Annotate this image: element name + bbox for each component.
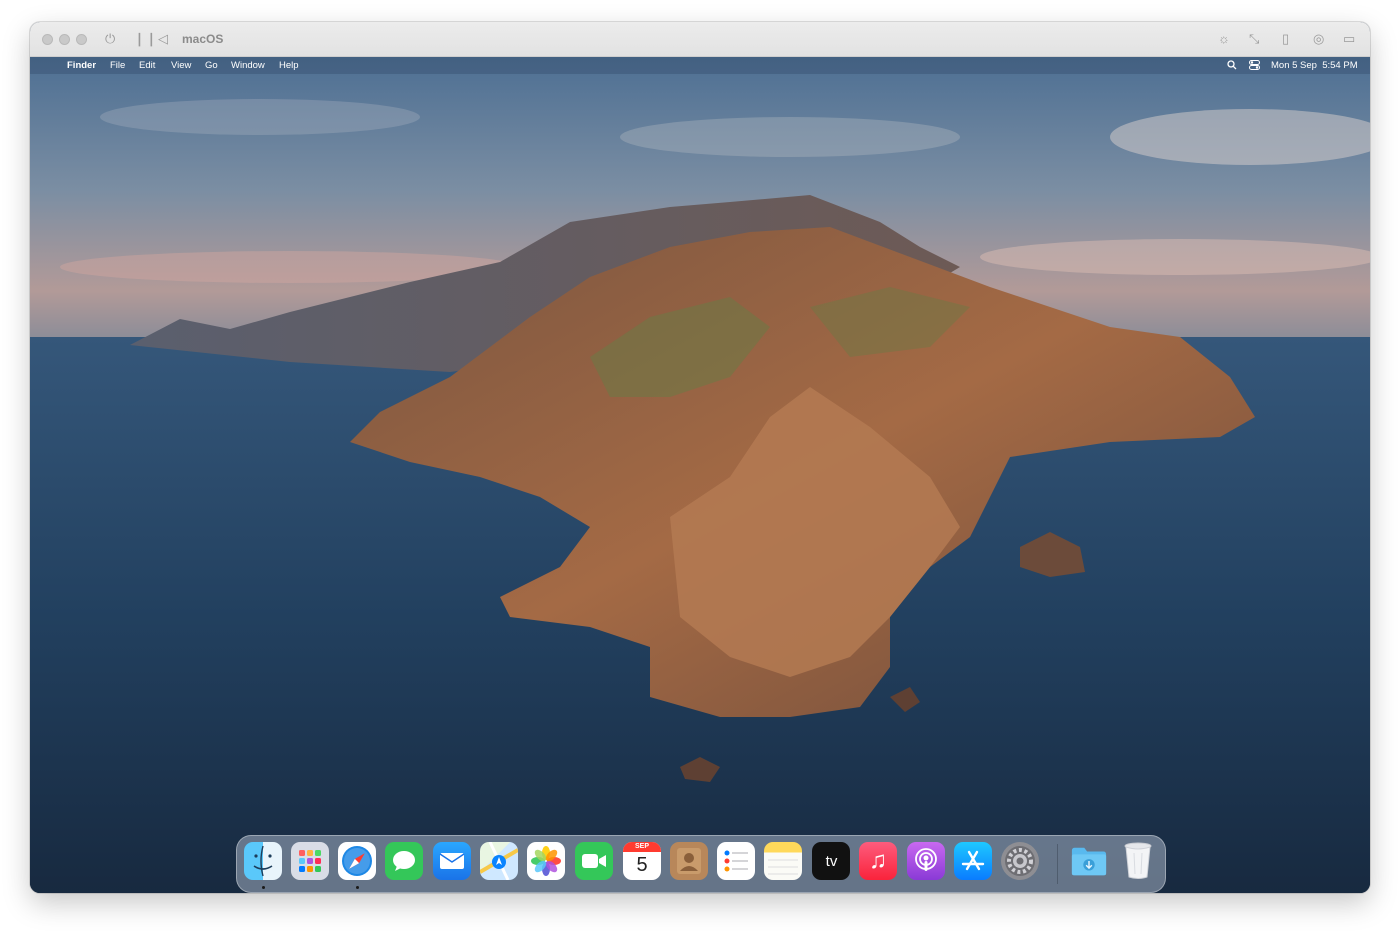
menu-go[interactable]: Go xyxy=(205,57,218,74)
desktop[interactable]: Finder File Edit View Go Window Help Mon… xyxy=(30,57,1370,893)
reminders-icon[interactable] xyxy=(717,842,755,880)
display-icon[interactable]: ◎ xyxy=(1313,31,1324,47)
power-icon[interactable]: ⏻ xyxy=(105,31,115,47)
mail-icon[interactable] xyxy=(433,842,471,880)
wallpaper-island xyxy=(30,99,1370,893)
messages-icon[interactable] xyxy=(385,842,423,880)
minimize-button[interactable] xyxy=(59,34,70,45)
menu-file[interactable]: File xyxy=(110,57,125,74)
calendar-month: SEP xyxy=(623,842,661,852)
safari-icon[interactable] xyxy=(338,842,376,880)
vm-titlebar: ⏻ ❘❘ ◁ macOS ☼ ⤡ ▯ ◎ ▭ xyxy=(30,22,1370,57)
folder-icon[interactable]: ▭ xyxy=(1343,31,1355,47)
app-store-icon[interactable] xyxy=(954,842,992,880)
maps-icon[interactable] xyxy=(480,842,518,880)
brightness-icon[interactable]: ☼ xyxy=(1218,31,1230,47)
close-button[interactable] xyxy=(42,34,53,45)
zoom-button[interactable] xyxy=(76,34,87,45)
control-center-icon[interactable] xyxy=(1249,57,1260,74)
menubar-clock[interactable]: Mon 5 Sep 5:54 PM xyxy=(1271,57,1358,74)
back-icon[interactable]: ◁ xyxy=(158,31,168,47)
menu-bar: Finder File Edit View Go Window Help Mon… xyxy=(30,57,1370,74)
menu-edit[interactable]: Edit xyxy=(139,57,155,74)
menu-help[interactable]: Help xyxy=(279,57,299,74)
trash-icon[interactable] xyxy=(1119,842,1157,880)
dock-separator xyxy=(1057,844,1058,884)
finder-icon[interactable] xyxy=(244,842,282,880)
contacts-icon[interactable] xyxy=(670,842,708,880)
vm-window: ⏻ ❘❘ ◁ macOS ☼ ⤡ ▯ ◎ ▭ Finder File Edit … xyxy=(30,22,1370,893)
usb-icon[interactable]: ▯ xyxy=(1282,31,1289,47)
running-indicator xyxy=(262,886,265,889)
launchpad-icon[interactable] xyxy=(291,842,329,880)
calendar-icon[interactable]: SEP 5 xyxy=(623,842,661,880)
search-icon[interactable] xyxy=(1227,57,1237,74)
resize-icon[interactable]: ⤡ xyxy=(1249,31,1259,47)
tv-label: tv xyxy=(825,852,838,870)
music-note-icon: ♫ xyxy=(869,847,887,874)
downloads-folder-icon[interactable] xyxy=(1070,842,1108,880)
podcasts-icon[interactable] xyxy=(907,842,945,880)
tv-icon[interactable]: tv xyxy=(812,842,850,880)
calendar-day: 5 xyxy=(636,854,648,876)
system-preferences-icon[interactable] xyxy=(1001,842,1039,880)
music-icon[interactable]: ♫ xyxy=(859,842,897,880)
vm-title: macOS xyxy=(182,32,224,46)
photos-icon[interactable] xyxy=(527,842,565,880)
app-menu-finder[interactable]: Finder xyxy=(67,57,96,74)
pause-icon[interactable]: ❘❘ xyxy=(134,31,158,47)
dock: SEP 5 tv ♫ xyxy=(236,835,1166,893)
running-indicator xyxy=(356,886,359,889)
menu-window[interactable]: Window xyxy=(231,57,265,74)
notes-icon[interactable] xyxy=(764,842,802,880)
facetime-icon[interactable] xyxy=(575,842,613,880)
menu-view[interactable]: View xyxy=(171,57,191,74)
